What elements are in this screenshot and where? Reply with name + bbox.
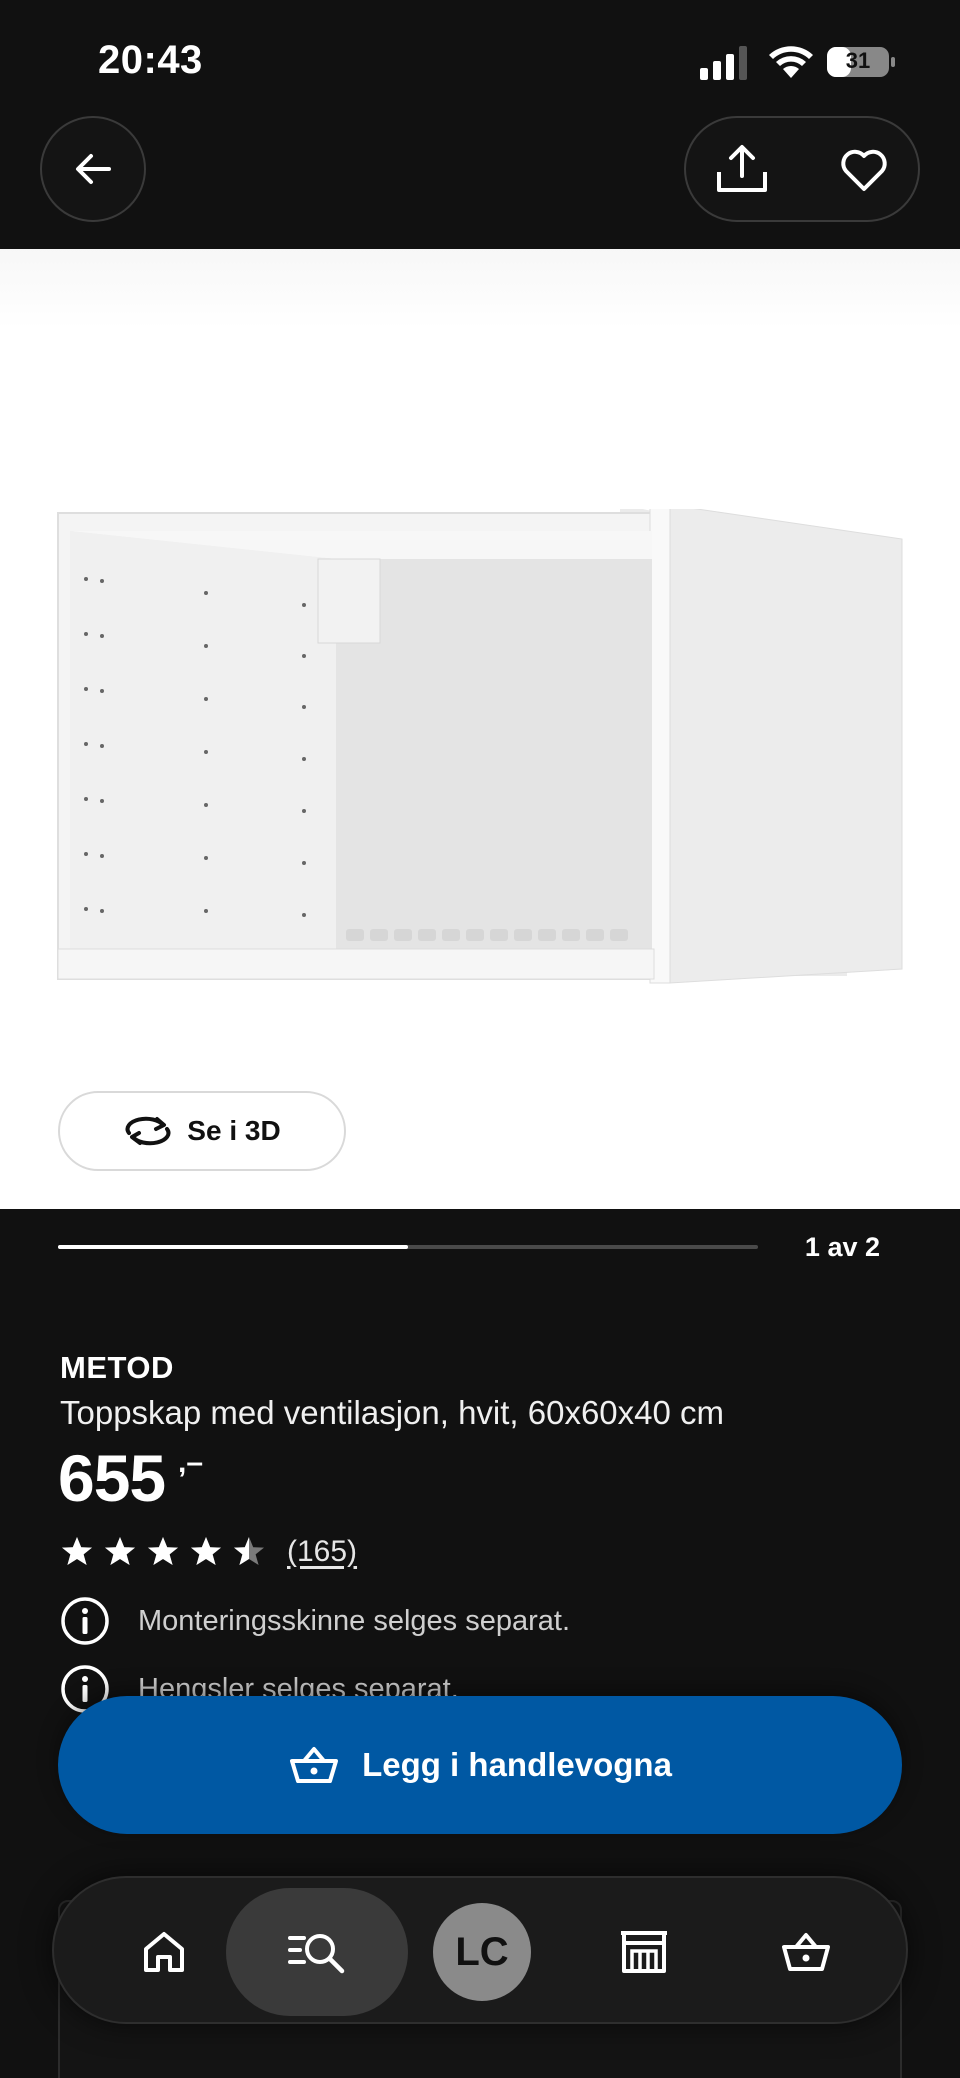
heart-icon <box>841 149 887 191</box>
cellular-signal-icon <box>700 46 747 80</box>
product-description: Toppskap med ventilasjon, hvit, 60x60x40… <box>60 1394 725 1431</box>
nav-cart[interactable] <box>756 1902 856 2002</box>
star-icon <box>148 1537 178 1565</box>
product-image-gallery[interactable]: Se i 3D <box>0 249 960 1209</box>
home-icon <box>144 1932 184 1972</box>
gallery-progress-fill <box>58 1245 408 1249</box>
add-to-cart-button[interactable]: Legg i handlevogna <box>58 1696 902 1834</box>
product-price: 655 <box>58 1441 166 1515</box>
battery-level: 31 <box>845 48 871 73</box>
star-icon <box>191 1537 221 1565</box>
star-icon <box>62 1537 92 1565</box>
bottom-nav: LC <box>52 1876 908 2024</box>
back-button[interactable] <box>40 116 146 222</box>
product-brand: METOD <box>60 1350 174 1385</box>
nav-stores[interactable] <box>594 1902 694 2002</box>
review-count-link[interactable]: (165) <box>287 1535 357 1569</box>
star-icon <box>234 1537 264 1565</box>
product-rating[interactable]: (165) <box>60 1532 357 1572</box>
basket-icon <box>290 1747 339 1783</box>
see-in-3d-label: Se i 3D <box>187 1115 281 1146</box>
wifi-icon <box>769 46 813 78</box>
info-icon <box>61 1597 109 1645</box>
share-icon <box>717 145 767 192</box>
info-text-rail: Monteringsskinne selges separat. <box>138 1604 571 1637</box>
status-time: 20:43 <box>98 38 203 82</box>
rotate-3d-icon <box>125 1116 171 1146</box>
share-button[interactable] <box>710 138 774 202</box>
arrow-left-icon <box>76 154 111 184</box>
nav-home[interactable] <box>114 1902 214 2002</box>
top-bar <box>0 110 960 250</box>
rating-stars <box>60 1535 266 1569</box>
product-image <box>57 509 903 984</box>
product-price-suffix: ,– <box>178 1446 204 1479</box>
actions-group <box>684 116 920 222</box>
avatar: LC <box>433 1903 531 2001</box>
add-to-cart-label: Legg i handlevogna <box>362 1746 672 1783</box>
info-row-rail[interactable]: Monteringsskinne selges separat. <box>60 1596 570 1646</box>
battery-icon: 31 <box>826 46 896 78</box>
nav-search[interactable] <box>226 1888 408 2016</box>
basket-icon <box>782 1933 830 1971</box>
star-icon <box>105 1537 135 1565</box>
gallery-progress-bar <box>58 1245 758 1249</box>
search-icon <box>288 1934 345 1974</box>
store-icon <box>621 1931 667 1973</box>
see-in-3d-button[interactable]: Se i 3D <box>58 1091 346 1171</box>
nav-profile[interactable]: LC <box>432 1902 532 2002</box>
favorite-button[interactable] <box>832 138 896 202</box>
gallery-page-indicator: 1 av 2 <box>804 1232 880 1262</box>
status-bar: 20:43 31 <box>0 0 960 120</box>
